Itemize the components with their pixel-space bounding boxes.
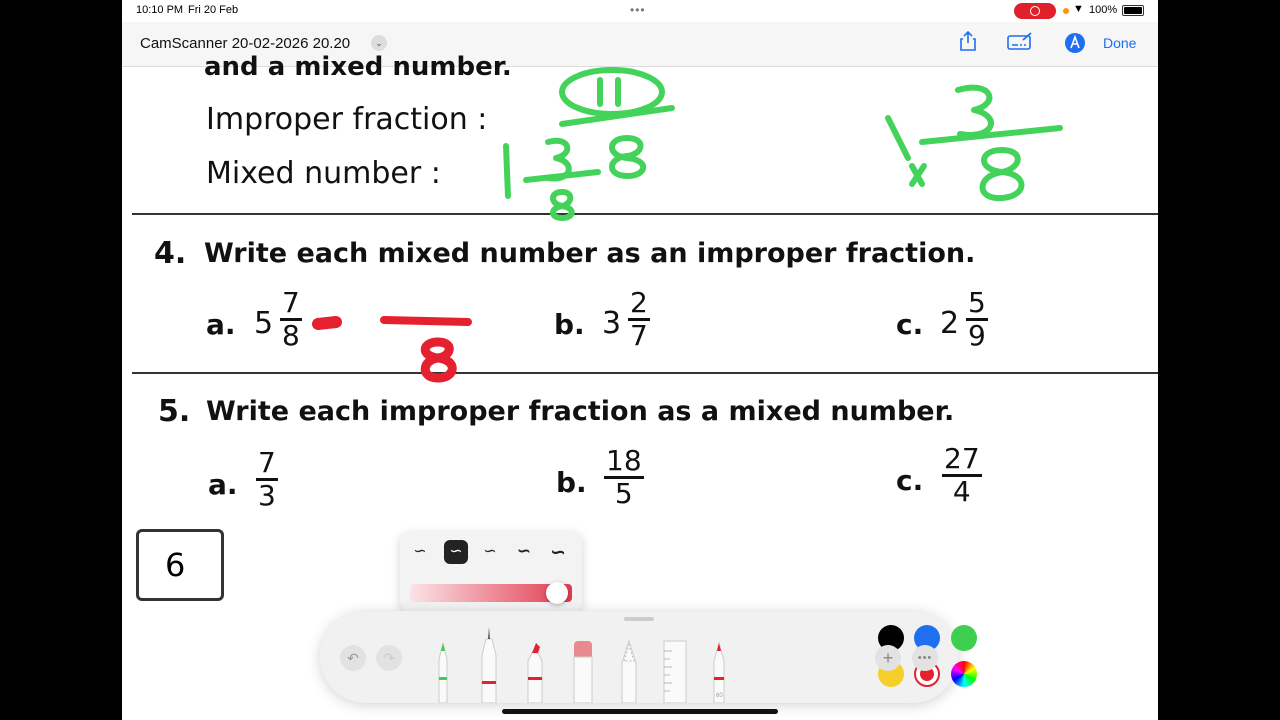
toolbar-grabber[interactable] bbox=[624, 617, 654, 621]
green-ink-x bbox=[909, 163, 927, 187]
status-bar: 10:10 PM Fri 20 Feb ••• ▼ 100% bbox=[122, 0, 1158, 22]
eraser-tool[interactable] bbox=[570, 637, 596, 703]
status-time: 10:10 PM bbox=[136, 4, 184, 16]
fineliner-tool-selected[interactable] bbox=[476, 625, 502, 703]
mic-indicator-icon bbox=[1063, 8, 1069, 14]
lasso-tool[interactable] bbox=[616, 637, 642, 703]
ruler-tool[interactable] bbox=[660, 637, 690, 703]
done-button[interactable]: Done bbox=[1103, 35, 1136, 51]
document-title[interactable]: CamScanner 20-02-2026 20.20 bbox=[140, 35, 350, 52]
green-ink-11 bbox=[597, 77, 621, 107]
red-ink-bar bbox=[380, 316, 472, 326]
share-icon[interactable] bbox=[959, 30, 977, 56]
chevron-down-icon[interactable]: ⌄ bbox=[371, 35, 387, 51]
markup-signature-icon[interactable] bbox=[1007, 31, 1033, 56]
markup-pen-circle-icon[interactable] bbox=[1064, 32, 1086, 59]
battery-percent: 100% bbox=[1089, 4, 1118, 16]
red-ink-8 bbox=[420, 337, 457, 383]
green-ink-circle bbox=[559, 67, 665, 117]
battery-icon bbox=[1122, 5, 1144, 16]
red-pen-tool[interactable]: 60 bbox=[706, 637, 732, 703]
marker-tool[interactable] bbox=[522, 637, 548, 703]
screen-recording-icon[interactable] bbox=[1014, 3, 1056, 19]
opacity-slider[interactable] bbox=[410, 582, 572, 604]
green-ink-1 bbox=[503, 143, 511, 199]
green-ink-8 bbox=[979, 147, 1025, 202]
multitask-dots-icon[interactable]: ••• bbox=[630, 3, 646, 17]
color-picker-wheel-icon[interactable] bbox=[951, 661, 977, 687]
pen-green-tool[interactable] bbox=[430, 637, 456, 703]
more-options-icon[interactable]: ••• bbox=[912, 645, 938, 671]
thickness-option-5[interactable]: ∽ bbox=[546, 540, 570, 564]
ruler-label: 60 bbox=[716, 693, 723, 699]
opacity-slider-handle[interactable] bbox=[546, 582, 568, 604]
home-indicator[interactable] bbox=[502, 709, 778, 714]
pen-options-popover: ∽ ∽ ∽ ∽ ∽ bbox=[400, 532, 582, 612]
color-green-swatch[interactable] bbox=[951, 625, 977, 651]
markup-toolbar: ↶ ↷ 60 bbox=[320, 611, 977, 703]
green-ink-1 bbox=[885, 115, 911, 161]
wifi-icon: ▼ bbox=[1073, 3, 1084, 15]
thickness-option-2[interactable]: ∽ bbox=[444, 540, 468, 564]
status-date: Fri 20 Feb bbox=[188, 4, 239, 16]
ipad-screen: 10:10 PM Fri 20 Feb ••• ▼ 100% CamScanne… bbox=[122, 0, 1158, 720]
red-ink-dot bbox=[312, 316, 342, 330]
thickness-option-3[interactable]: ∽ bbox=[478, 540, 502, 564]
green-ink-8 bbox=[550, 189, 575, 221]
green-ink-8 bbox=[609, 135, 647, 179]
thickness-option-4[interactable]: ∽ bbox=[512, 540, 536, 564]
redo-icon[interactable]: ↷ bbox=[376, 645, 402, 671]
undo-icon[interactable]: ↶ bbox=[340, 645, 366, 671]
add-icon[interactable]: + bbox=[875, 645, 901, 671]
green-ink-bar bbox=[523, 169, 601, 183]
thickness-option-1[interactable]: ∽ bbox=[408, 540, 432, 564]
green-ink-3 bbox=[955, 84, 994, 138]
